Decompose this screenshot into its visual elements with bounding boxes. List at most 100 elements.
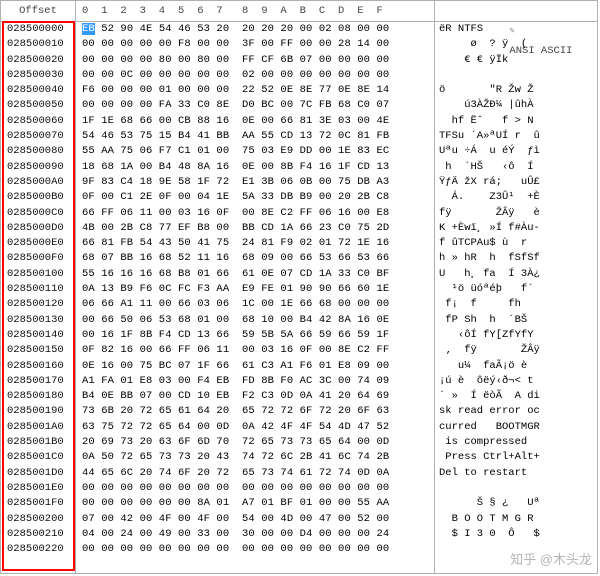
- offset-cell[interactable]: 028500220: [1, 542, 75, 557]
- ascii-row[interactable]: fP Sh h ´BŠ: [435, 313, 597, 328]
- hex-row[interactable]: 66 FF 06 11 00 03 16 0F 00 8E C2 FF 06 1…: [76, 206, 434, 221]
- ascii-row[interactable]: f ûTCPAu$ ù r: [435, 236, 597, 251]
- offset-cell[interactable]: 028500160: [1, 359, 75, 374]
- hex-row[interactable]: 66 81 FB 54 43 50 41 75 24 81 F9 02 01 7…: [76, 236, 434, 251]
- ascii-row[interactable]: ‚ fÿ ŽÂÿ: [435, 343, 597, 358]
- hex-row[interactable]: 73 6B 20 72 65 61 64 20 65 72 72 6F 72 2…: [76, 404, 434, 419]
- ascii-row[interactable]: K +Èwï¸ »Í f#Àu-: [435, 221, 597, 236]
- hex-row[interactable]: 00 00 00 00 80 00 80 00 FF CF 6B 07 00 0…: [76, 53, 434, 68]
- hex-row[interactable]: 00 16 1F 8B F4 CD 13 66 59 5B 5A 66 59 6…: [76, 328, 434, 343]
- ascii-row[interactable]: [435, 481, 597, 496]
- offset-cell[interactable]: 0285001F0: [1, 496, 75, 511]
- ascii-row[interactable]: ö "R Žw Ž: [435, 83, 597, 98]
- offset-cell[interactable]: 0285000A0: [1, 175, 75, 190]
- ascii-row[interactable]: Uªu ÷Á u éÝ ƒì: [435, 144, 597, 159]
- ascii-row[interactable]: Š § ¿ Uª: [435, 496, 597, 511]
- ascii-row[interactable]: h » hR h fSfSf: [435, 251, 597, 266]
- ascii-row[interactable]: $ I 3 0 Ô $: [435, 527, 597, 542]
- ascii-row[interactable]: fÿ ŽÂÿ è: [435, 206, 597, 221]
- hex-row[interactable]: 0F 00 C1 2E 0F 00 04 1E 5A 33 DB B9 00 2…: [76, 190, 434, 205]
- offset-cell[interactable]: 0285001B0: [1, 435, 75, 450]
- hex-row[interactable]: 1F 1E 68 66 00 CB 88 16 0E 00 66 81 3E 0…: [76, 114, 434, 129]
- hex-row[interactable]: 55 16 16 16 68 B8 01 66 61 0E 07 CD 1A 3…: [76, 267, 434, 282]
- ascii-row[interactable]: u¼ faÃ¡ö è: [435, 359, 597, 374]
- offset-cell[interactable]: 028500030: [1, 68, 75, 83]
- hex-row[interactable]: 07 00 42 00 4F 00 4F 00 54 00 4D 00 47 0…: [76, 512, 434, 527]
- ascii-row[interactable]: ëR NTFS: [435, 22, 597, 37]
- ascii-row[interactable]: curred BOOTMGR: [435, 420, 597, 435]
- hex-row[interactable]: 18 68 1A 00 B4 48 8A 16 0E 00 8B F4 16 1…: [76, 160, 434, 175]
- offset-cell[interactable]: 028500100: [1, 267, 75, 282]
- ascii-row[interactable]: ŸƒÄ žX rá; uÛ£: [435, 175, 597, 190]
- hex-row[interactable]: EB 52 90 4E 54 46 53 20 20 20 20 00 02 0…: [76, 22, 434, 37]
- offset-cell[interactable]: 028500130: [1, 313, 75, 328]
- offset-cell[interactable]: 028500150: [1, 343, 75, 358]
- hex-row[interactable]: 54 46 53 75 15 B4 41 BB AA 55 CD 13 72 0…: [76, 129, 434, 144]
- offset-cell[interactable]: 028500200: [1, 512, 75, 527]
- ascii-row[interactable]: ¹ö üóªéþ f`: [435, 282, 597, 297]
- hex-row[interactable]: 00 00 00 00 00 00 00 00 00 00 00 00 00 0…: [76, 542, 434, 557]
- ascii-row[interactable]: sk read error oc: [435, 404, 597, 419]
- ascii-row[interactable]: f¡ f fh: [435, 297, 597, 312]
- hex-row[interactable]: 55 AA 75 06 F7 C1 01 00 75 03 E9 DD 00 1…: [76, 144, 434, 159]
- offset-cell[interactable]: 0285000D0: [1, 221, 75, 236]
- ascii-row[interactable]: ¡ú è ôëý‹ð¬< t: [435, 374, 597, 389]
- offset-cell[interactable]: 028500180: [1, 389, 75, 404]
- ascii-row[interactable]: Press Ctrl+Alt+: [435, 450, 597, 465]
- ascii-row[interactable]: ø ? ÿ (: [435, 37, 597, 52]
- ascii-row[interactable]: ´ » Í ëòÃ A di: [435, 389, 597, 404]
- offset-cell[interactable]: 028500110: [1, 282, 75, 297]
- hex-row[interactable]: 0F 82 16 00 66 FF 06 11 00 03 16 0F 00 8…: [76, 343, 434, 358]
- hex-row[interactable]: A1 FA 01 E8 03 00 F4 EB FD 8B F0 AC 3C 0…: [76, 374, 434, 389]
- hex-row[interactable]: 20 69 73 20 63 6F 6D 70 72 65 73 73 65 6…: [76, 435, 434, 450]
- offset-cell[interactable]: 028500070: [1, 129, 75, 144]
- cursor-byte[interactable]: EB: [82, 23, 95, 35]
- hex-row[interactable]: 44 65 6C 20 74 6F 20 72 65 73 74 61 72 7…: [76, 466, 434, 481]
- hex-row[interactable]: F6 00 00 00 01 00 00 00 22 52 0E 8E 77 0…: [76, 83, 434, 98]
- offset-cell[interactable]: 028500210: [1, 527, 75, 542]
- hex-row[interactable]: 00 66 50 06 53 68 01 00 68 10 00 B4 42 8…: [76, 313, 434, 328]
- offset-cell[interactable]: 0285001C0: [1, 450, 75, 465]
- offset-cell[interactable]: 0285000B0: [1, 190, 75, 205]
- ascii-row[interactable]: B O O T M G R: [435, 512, 597, 527]
- offset-cell[interactable]: 0285000E0: [1, 236, 75, 251]
- ascii-row[interactable]: Del to restart: [435, 466, 597, 481]
- offset-cell[interactable]: 028500000: [1, 22, 75, 37]
- hex-row[interactable]: 63 75 72 72 65 64 00 0D 0A 42 4F 4F 54 4…: [76, 420, 434, 435]
- ascii-row[interactable]: is compressed: [435, 435, 597, 450]
- hex-row[interactable]: B4 0E BB 07 00 CD 10 EB F2 C3 0D 0A 41 2…: [76, 389, 434, 404]
- hex-row[interactable]: 00 00 00 00 FA 33 C0 8E D0 BC 00 7C FB 6…: [76, 98, 434, 113]
- offset-cell[interactable]: 0285001D0: [1, 466, 75, 481]
- offset-cell[interactable]: 028500190: [1, 404, 75, 419]
- hex-row[interactable]: 0E 16 00 75 BC 07 1F 66 61 C3 A1 F6 01 E…: [76, 359, 434, 374]
- hex-row[interactable]: 68 07 BB 16 68 52 11 16 68 09 00 66 53 6…: [76, 251, 434, 266]
- ascii-row[interactable]: ú3ÀŽÐ¼ |ûhÀ: [435, 98, 597, 113]
- offset-cell[interactable]: 028500170: [1, 374, 75, 389]
- ascii-row[interactable]: [435, 542, 597, 557]
- hex-row[interactable]: 9F 83 C4 18 9E 58 1F 72 E1 3B 06 0B 00 7…: [76, 175, 434, 190]
- hex-row[interactable]: 04 00 24 00 49 00 33 00 30 00 00 D4 00 0…: [76, 527, 434, 542]
- ascii-row[interactable]: TFSu ´A»ªUÍ r û: [435, 129, 597, 144]
- hex-row[interactable]: 0A 13 B9 F6 0C FC F3 AA E9 FE 01 90 90 6…: [76, 282, 434, 297]
- offset-cell[interactable]: 028500050: [1, 98, 75, 113]
- ascii-row[interactable]: € € ÿÏk: [435, 53, 597, 68]
- offset-cell[interactable]: 028500060: [1, 114, 75, 129]
- offset-cell[interactable]: 0285001A0: [1, 420, 75, 435]
- ascii-row[interactable]: Á. Z3Û¹ +È: [435, 190, 597, 205]
- offset-cell[interactable]: 028500140: [1, 328, 75, 343]
- offset-cell[interactable]: 028500090: [1, 160, 75, 175]
- hex-row[interactable]: 00 00 0C 00 00 00 00 00 02 00 00 00 00 0…: [76, 68, 434, 83]
- offset-cell[interactable]: 028500020: [1, 53, 75, 68]
- hex-row[interactable]: 0A 50 72 65 73 73 20 43 74 72 6C 2B 41 6…: [76, 450, 434, 465]
- ascii-row[interactable]: [435, 68, 597, 83]
- hex-row[interactable]: 06 66 A1 11 00 66 03 06 1C 00 1E 66 68 0…: [76, 297, 434, 312]
- offset-cell[interactable]: 028500040: [1, 83, 75, 98]
- offset-cell[interactable]: 028500080: [1, 144, 75, 159]
- ascii-row[interactable]: ‹ôÍ fY[ZfYfY: [435, 328, 597, 343]
- offset-cell[interactable]: 0285000C0: [1, 206, 75, 221]
- offset-cell[interactable]: 0285001E0: [1, 481, 75, 496]
- ascii-row[interactable]: h ´HŠ ‹ô Í: [435, 160, 597, 175]
- hex-row[interactable]: 00 00 00 00 00 F8 00 00 3F 00 FF 00 00 2…: [76, 37, 434, 52]
- hex-row[interactable]: 4B 00 2B C8 77 EF B8 00 BB CD 1A 66 23 C…: [76, 221, 434, 236]
- ascii-row[interactable]: hf Ëˆ f > N: [435, 114, 597, 129]
